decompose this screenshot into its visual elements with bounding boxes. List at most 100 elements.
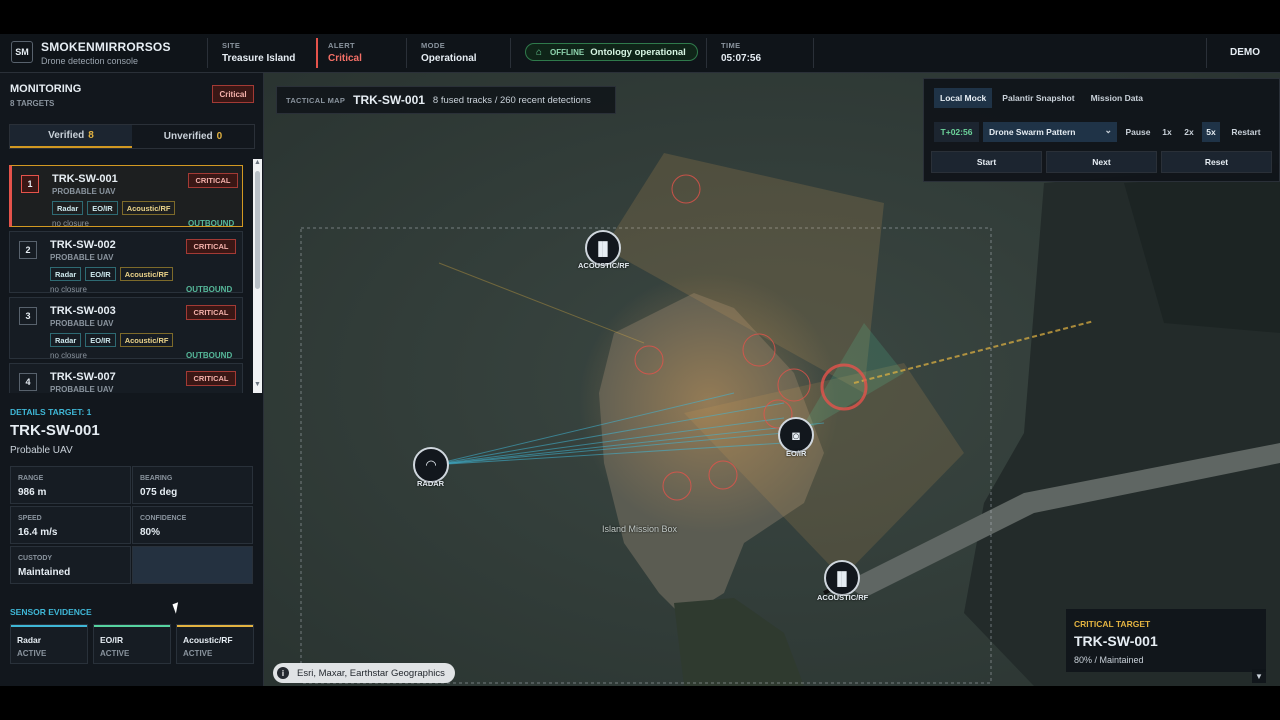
detail-range: RANGE 986 m xyxy=(10,466,131,504)
header-divider xyxy=(706,38,707,68)
tab-mission-data[interactable]: Mission Data xyxy=(1085,88,1149,108)
target-type: PROBABLE UAV xyxy=(52,187,116,196)
detail-label: BEARING xyxy=(140,475,173,482)
chip-eoir: EO/IR xyxy=(85,267,116,281)
acoustic-sensor-node[interactable]: ▐▌ xyxy=(824,560,860,596)
pause-button[interactable]: Pause xyxy=(1123,122,1153,142)
target-card[interactable]: 4 TRK-SW-007 PROBABLE UAV CRITICAL xyxy=(9,363,243,393)
tab-palantir-snapshot[interactable]: Palantir Snapshot xyxy=(996,88,1080,108)
target-list-scrollbar[interactable]: ▲ ▼ xyxy=(253,159,262,393)
next-button[interactable]: Next xyxy=(1046,151,1157,173)
detail-empty-cell xyxy=(132,546,253,584)
alert-value: Critical xyxy=(328,53,362,64)
target-rank: 2 xyxy=(19,241,37,259)
letterbox-top xyxy=(0,0,1280,34)
critical-target-id: TRK-SW-001 xyxy=(1074,633,1158,649)
data-source-tabs: Local Mock Palantir Snapshot Mission Dat… xyxy=(934,88,1149,108)
chip-radar: Radar xyxy=(50,333,82,347)
sensor-label: ACOUSTIC/RF xyxy=(817,593,869,602)
tab-unverified[interactable]: Unverified 0 xyxy=(132,125,254,148)
direction-status: OUTBOUND xyxy=(188,219,235,228)
header-divider xyxy=(510,38,511,68)
scroll-up-icon[interactable]: ▲ xyxy=(254,159,261,166)
radar-sensor-node[interactable]: ◠ xyxy=(413,447,449,483)
target-type: PROBABLE UAV xyxy=(50,253,114,262)
attribution-text: Esri, Maxar, Earthstar Geographics xyxy=(297,667,445,679)
demo-button[interactable]: DEMO xyxy=(1230,47,1260,58)
target-type: PROBABLE UAV xyxy=(50,319,114,328)
closure-status: no closure xyxy=(50,285,87,294)
time-offset: T+02:56 xyxy=(934,122,979,142)
target-rank: 3 xyxy=(19,307,37,325)
severity-badge: CRITICAL xyxy=(188,173,238,188)
start-button[interactable]: Start xyxy=(931,151,1042,173)
waveform-icon: ▐▌ xyxy=(832,570,852,586)
detail-bearing: BEARING 075 deg xyxy=(132,466,253,504)
eoir-sensor-node[interactable]: ◙ xyxy=(778,417,814,453)
speed-2x-button[interactable]: 2x xyxy=(1180,122,1198,142)
detail-label: SPEED xyxy=(18,515,42,522)
target-card[interactable]: 1 TRK-SW-001 PROBABLE UAV CRITICAL Radar… xyxy=(9,165,243,228)
target-list: 1 TRK-SW-001 PROBABLE UAV CRITICAL Radar… xyxy=(9,163,243,393)
sensor-chips: Radar EO/IR Acoustic/RF xyxy=(50,333,174,347)
chip-eoir: EO/IR xyxy=(85,333,116,347)
camera-icon: ◙ xyxy=(792,427,800,443)
tab-verified-label: Verified xyxy=(48,130,85,141)
collapse-chevron-icon[interactable]: ▼ xyxy=(1252,669,1266,683)
sensor-name: Radar xyxy=(17,635,42,645)
detail-value: 075 deg xyxy=(140,487,178,498)
speed-5x-button[interactable]: 5x xyxy=(1202,122,1220,142)
target-card[interactable]: 3 TRK-SW-003 PROBABLE UAV CRITICAL Radar… xyxy=(9,297,243,360)
ontology-status-pill[interactable]: ⌂ OFFLINE Ontology operational xyxy=(525,43,698,61)
mode-value: Operational xyxy=(421,53,477,64)
detail-label: CUSTODY xyxy=(18,555,53,562)
detail-custody: CUSTODY Maintained xyxy=(10,546,131,584)
detail-speed: SPEED 16.4 m/s xyxy=(10,506,131,544)
alert-level-badge: Critical xyxy=(212,85,254,103)
reset-button[interactable]: Reset xyxy=(1161,151,1272,173)
details-target-id: TRK-SW-001 xyxy=(10,422,100,439)
sensor-status: ACTIVE xyxy=(100,649,130,658)
tab-verified[interactable]: Verified 8 xyxy=(10,125,132,148)
detection-heat xyxy=(579,273,839,533)
scroll-thumb[interactable] xyxy=(255,171,260,289)
tactical-map[interactable]: TACTICAL MAP TRK-SW-001 8 fused tracks /… xyxy=(264,73,1280,686)
header-divider xyxy=(207,38,208,68)
sensor-status: ACTIVE xyxy=(183,649,213,658)
sensor-evidence-eoir: EO/IR ACTIVE xyxy=(93,624,171,664)
mouse-cursor xyxy=(172,602,182,614)
app-subtitle: Drone detection console xyxy=(41,56,139,66)
map-header: TACTICAL MAP TRK-SW-001 8 fused tracks /… xyxy=(276,86,616,114)
tab-verified-count: 8 xyxy=(88,130,94,141)
verification-tabs: Verified 8 Unverified 0 xyxy=(9,124,255,149)
target-id: TRK-SW-003 xyxy=(50,305,116,317)
severity-badge: CRITICAL xyxy=(186,305,236,320)
tab-local-mock[interactable]: Local Mock xyxy=(934,88,993,108)
scroll-down-icon[interactable]: ▼ xyxy=(254,381,261,388)
detail-value: 80% xyxy=(140,527,161,538)
restart-button[interactable]: Restart xyxy=(1226,122,1266,142)
closure-status: no closure xyxy=(52,219,89,228)
sensor-label: EO/IR xyxy=(786,449,807,458)
sensor-color-bar xyxy=(11,625,87,627)
target-card[interactable]: 2 TRK-SW-002 PROBABLE UAV CRITICAL Radar… xyxy=(9,231,243,294)
details-label: DETAILS TARGET: 1 xyxy=(10,407,92,417)
info-icon[interactable]: i xyxy=(277,667,289,679)
detail-value: 16.4 m/s xyxy=(18,527,58,538)
sensor-status: ACTIVE xyxy=(17,649,47,658)
chip-acoustic: Acoustic/RF xyxy=(119,333,174,347)
sensor-label: RADAR xyxy=(417,479,445,488)
sensor-name: Acoustic/RF xyxy=(183,635,233,645)
map-attribution[interactable]: i Esri, Maxar, Earthstar Geographics xyxy=(273,663,455,683)
target-id: TRK-SW-002 xyxy=(50,239,116,251)
sensor-label: ACOUSTIC/RF xyxy=(578,261,630,270)
scenario-select[interactable]: Drone Swarm Pattern ⌄ xyxy=(983,122,1117,142)
sensor-evidence-label: SENSOR EVIDENCE xyxy=(10,607,92,617)
critical-target-status: 80% / Maintained xyxy=(1074,655,1144,665)
sensor-chips: Radar EO/IR Acoustic/RF xyxy=(52,201,176,215)
critical-target-card[interactable]: CRITICAL TARGET TRK-SW-001 80% / Maintai… xyxy=(1066,609,1266,672)
sensor-chips: Radar EO/IR Acoustic/RF xyxy=(50,267,174,281)
direction-status: OUTBOUND xyxy=(186,285,233,294)
tab-unverified-count: 0 xyxy=(216,131,223,142)
speed-1x-button[interactable]: 1x xyxy=(1158,122,1176,142)
